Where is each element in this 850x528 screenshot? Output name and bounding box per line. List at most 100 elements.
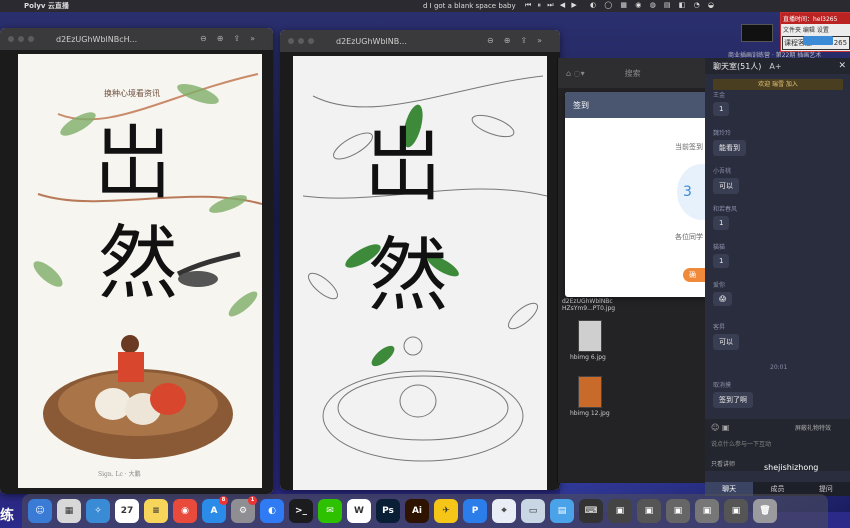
only-teacher-toggle[interactable]: 只看讲师 — [711, 459, 735, 468]
emoji-icon[interactable]: ☺ ▣ — [711, 423, 729, 432]
file-name[interactable]: d2EzUGhWblNBc HZsYm9...PT0.jpg — [562, 298, 615, 312]
dialog-text-1: 当前签到 — [675, 143, 703, 151]
dock-wps-icon[interactable]: W — [347, 499, 371, 523]
dock-photoshop-icon[interactable]: Ps — [376, 499, 400, 523]
chat-bubble: 1 — [713, 216, 730, 230]
poster-small-text: 换种心境看资讯 — [104, 89, 160, 98]
welcome-banner: 欢迎 瑞雪 加入 — [713, 79, 843, 90]
finder-toolbar: ⌂ ◌▾ 搜索 — [558, 58, 708, 88]
chat-header: 聊天室(51人) A+ — [705, 58, 850, 74]
dock-polyv-icon[interactable]: P — [463, 499, 487, 523]
window-title: d2EzUGhWblNB... — [336, 36, 407, 46]
live-button[interactable] — [803, 36, 833, 45]
dock-launchpad-icon[interactable]: ▦ — [57, 499, 81, 523]
sketch-big-char-2: 然 — [368, 229, 448, 322]
chat-message: 王金 1 — [713, 90, 730, 116]
preview-canvas: 岀 然 — [280, 52, 560, 490]
window-controls[interactable] — [8, 36, 34, 42]
dock-image-3-icon[interactable]: ▣ — [666, 499, 690, 523]
search-field[interactable]: 搜索 — [625, 68, 641, 79]
dock: ☺ ▦ ✧ 27 ≡ ◉ A 8 ⚙ 1 ◐ >_ ✉ W Ps Ai ✈ P ⌖ ▭ ▤ ⌨ ▣ ▣ ▣ ▣ ▣ 🗑 — [22, 494, 828, 528]
dock-finder-icon[interactable]: ☺ — [28, 499, 52, 523]
chat-timestamp: 20:01 — [770, 364, 788, 371]
dock-illustrator-icon[interactable]: Ai — [405, 499, 429, 523]
menu-bar: Polyv 云直播 d I got a blank space baby ⏮ ⏸… — [0, 0, 850, 12]
chat-message: 取消摸 签到了啊 — [713, 380, 753, 408]
tag-icon[interactable]: ⌂ ◌▾ — [566, 69, 585, 78]
dock-terminal-icon[interactable]: >_ — [289, 499, 313, 523]
window-titlebar: d2EzUGhWblNB... ⊖⊕⇪» — [280, 30, 560, 52]
now-playing[interactable]: d I got a blank space baby — [423, 2, 516, 10]
dock-screenshot-icon[interactable]: ▭ — [521, 499, 545, 523]
dock-keyboard-icon[interactable]: ⌨ — [579, 499, 603, 523]
chat-username: 和若春风 — [713, 206, 738, 213]
chat-bubble: 签到了啊 — [713, 392, 753, 408]
toolbar-icons[interactable]: ⊖⊕⇪» — [200, 34, 265, 43]
poster-big-char-2: 然 — [98, 217, 178, 310]
recording-panel: 直播时间：hel3265 文件夹 编辑 设置 课程客服V:hel3265 — [780, 12, 850, 52]
dock-trash-icon[interactable]: 🗑 — [753, 499, 777, 523]
dock-lark-icon[interactable]: ◐ — [260, 499, 284, 523]
dock-wechat-icon[interactable]: ✉ — [318, 499, 342, 523]
sketch-big-char-1: 岀 — [363, 119, 443, 212]
dock-app-store-icon[interactable]: A8 — [202, 496, 228, 523]
dock-image-1-icon[interactable]: ▣ — [608, 499, 632, 523]
chat-bubble: 1 — [713, 102, 730, 116]
checkin-dialog: 签到 当前签到 3 各位同学 确 — [565, 92, 710, 297]
file-thumbnail[interactable] — [578, 320, 602, 352]
font-size-button[interactable]: A+ — [769, 62, 781, 71]
watermark: shejishizhong — [764, 463, 819, 472]
file-name[interactable]: hbimg 6.jpg — [570, 354, 606, 361]
chat-username: 客昇 — [713, 324, 726, 331]
file-thumbnail[interactable] — [578, 376, 602, 408]
poster-image: 换种心境看资讯 岀 然 Sign. Lc · 大鹏 — [18, 54, 263, 488]
notification-badge: 8 — [219, 496, 228, 505]
chat-message: 小吾桃 可以 — [713, 166, 739, 194]
window-controls[interactable] — [288, 38, 314, 44]
recording-menu: 文件夹 编辑 设置 — [783, 27, 829, 34]
preview-window-left: d2EzUGhWblNBcH... ⊖⊕⇪» 换种心境看资讯 岀 然 Sign.… — [0, 28, 273, 494]
chat-username: 小吾桃 — [713, 168, 732, 175]
dock-folder-icon[interactable]: ▤ — [550, 499, 574, 523]
chat-bubble: 1 — [713, 254, 730, 268]
dock-safari-icon[interactable]: ✧ — [86, 499, 110, 523]
chat-message: 猫猫 1 — [713, 242, 730, 268]
preview-canvas: 换种心境看资讯 岀 然 Sign. Lc · 大鹏 — [0, 50, 273, 494]
close-icon[interactable]: ✕ — [838, 61, 846, 71]
chat-username: 王金 — [713, 92, 726, 99]
file-name[interactable]: hbimg 12.jpg — [570, 410, 610, 417]
dock-clash-icon[interactable]: ✈ — [434, 499, 458, 523]
dock-image-5-icon[interactable]: ▣ — [724, 499, 748, 523]
chat-username: 魏玲玲 — [713, 130, 732, 137]
dock-image-4-icon[interactable]: ▣ — [695, 499, 719, 523]
chat-username: 爱你 — [713, 282, 726, 289]
dock-preview-icon[interactable]: ⌖ — [492, 499, 516, 523]
app-name[interactable]: Polyv 云直播 — [24, 1, 69, 11]
preview-window-right: d2EzUGhWblNB... ⊖⊕⇪» 岀 然 — [280, 30, 560, 490]
dialog-text-2: 各位同学 — [675, 233, 703, 241]
notification-badge: 1 — [248, 496, 257, 505]
block-gifts-checkbox[interactable]: 屏蔽礼物特效 — [795, 423, 831, 432]
chat-username: 猫猫 — [713, 244, 726, 251]
status-icons[interactable]: ◐ ◯ ▦ ◉ ◍ ▤ ◧ ◔ ◒ — [590, 1, 717, 9]
poster-signature: Sign. Lc · 大鹏 — [98, 471, 141, 478]
dock-image-2-icon[interactable]: ▣ — [637, 499, 661, 523]
chat-bubble: 可以 — [713, 334, 739, 350]
dock-calendar-icon[interactable]: 27 — [115, 499, 139, 523]
window-titlebar: d2EzUGhWblNBcH... ⊖⊕⇪» — [0, 28, 273, 50]
dock-notes-icon[interactable]: ≡ — [144, 499, 168, 523]
chat-message: 和若春风 1 — [713, 204, 737, 230]
media-controls-icon[interactable]: ⏮ ⏸ ⏭ ◀ ▶ — [525, 1, 579, 10]
chat-input[interactable]: 说点什么参与一下互动 — [711, 439, 771, 448]
poster-big-char-1: 岀 — [93, 117, 173, 210]
window-title: d2EzUGhWblNBcH... — [56, 34, 138, 44]
chat-bubble: 能看到 — [713, 140, 746, 156]
toolbar-icons[interactable]: ⊖⊕⇪» — [487, 36, 552, 45]
chat-message: 魏玲玲 能看到 — [713, 128, 746, 156]
dock-chrome-icon[interactable]: ◉ — [173, 499, 197, 523]
dialog-title: 签到 — [565, 92, 710, 118]
overlay-char: 练 — [0, 508, 14, 524]
chat-title: 聊天室(51人) — [713, 61, 762, 71]
chat-username: 取消摸 — [713, 382, 732, 389]
dock-system-settings-icon[interactable]: ⚙ 1 — [231, 496, 257, 523]
